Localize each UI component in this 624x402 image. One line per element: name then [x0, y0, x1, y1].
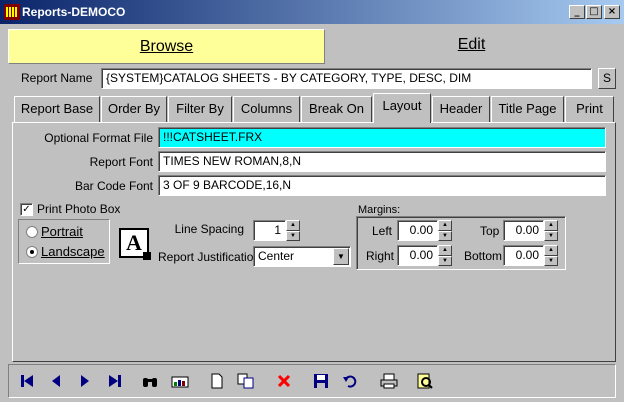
tab-filter-by[interactable]: Filter By: [168, 96, 232, 122]
first-record-icon[interactable]: [15, 369, 39, 393]
undo-icon[interactable]: [338, 369, 362, 393]
print-photo-box-label: Print Photo Box: [37, 202, 121, 216]
bar-code-font-label: Bar Code Font: [74, 179, 153, 193]
margins-title: Margins:: [358, 204, 401, 216]
portrait-label: Portrait: [41, 224, 83, 239]
margin-top-up-icon[interactable]: ▲: [544, 220, 558, 231]
edit-tab-label: Edit: [457, 36, 486, 53]
report-name-input[interactable]: {SYSTEM}CATALOG SHEETS - BY CATEGORY, TY…: [101, 68, 592, 89]
margin-right-input[interactable]: 0.00: [397, 245, 438, 266]
window-title: Reports-DEMOCO: [22, 5, 126, 19]
bar-code-font-input[interactable]: 3 OF 9 BARCODE,16,N: [158, 175, 606, 196]
query-report-icon[interactable]: [168, 369, 192, 393]
margin-left-input[interactable]: 0.00: [397, 220, 438, 241]
margin-left-down-icon[interactable]: ▼: [438, 231, 452, 241]
save-icon[interactable]: [309, 369, 333, 393]
tab-columns[interactable]: Columns: [233, 96, 300, 122]
tab-report-base[interactable]: Report Base: [14, 96, 100, 122]
margin-bottom-up-icon[interactable]: ▲: [544, 245, 558, 256]
margin-right-down-icon[interactable]: ▼: [438, 256, 452, 266]
tab-layout[interactable]: Layout: [373, 93, 431, 123]
delete-record-icon[interactable]: [272, 369, 296, 393]
line-spacing-input[interactable]: 1: [253, 220, 286, 241]
edit-tab[interactable]: Edit: [325, 29, 618, 62]
line-spacing-down-icon[interactable]: ▼: [286, 231, 300, 241]
tab-title-page[interactable]: Title Page: [491, 96, 564, 122]
copy-record-icon[interactable]: [234, 369, 258, 393]
margin-right-label: Right: [366, 249, 395, 263]
portrait-radio[interactable]: [26, 226, 38, 238]
next-record-icon[interactable]: [73, 369, 97, 393]
font-icon[interactable]: A: [119, 228, 151, 260]
new-record-icon[interactable]: [205, 369, 229, 393]
optional-format-file-input[interactable]: !!!CATSHEET.FRX: [158, 127, 606, 148]
margin-left-up-icon[interactable]: ▲: [438, 220, 452, 231]
tab-header[interactable]: Header: [432, 96, 490, 122]
last-record-icon[interactable]: [103, 369, 127, 393]
minimize-icon[interactable]: _: [569, 5, 585, 19]
report-name-side-button[interactable]: S: [598, 68, 616, 89]
margin-bottom-label: Bottom: [464, 249, 503, 263]
line-spacing-up-icon[interactable]: ▲: [286, 220, 300, 231]
print-photo-box-checkbox[interactable]: ✓: [20, 203, 33, 216]
previous-record-icon[interactable]: [44, 369, 68, 393]
optional-format-file-label: Optional Format File: [44, 131, 153, 145]
report-justification-dropdown-icon[interactable]: ▼: [333, 248, 349, 265]
line-spacing-label: Line Spacing: [174, 222, 244, 236]
report-name-label: Report Name: [21, 71, 93, 85]
browse-tab[interactable]: Browse: [8, 29, 325, 64]
tab-print[interactable]: Print: [565, 96, 614, 122]
tab-break-on[interactable]: Break On: [301, 96, 372, 122]
close-icon[interactable]: ×: [604, 5, 620, 19]
margin-top-input[interactable]: 0.00: [503, 220, 544, 241]
print-icon[interactable]: [377, 369, 401, 393]
margin-bottom-input[interactable]: 0.00: [503, 245, 544, 266]
tab-order-by[interactable]: Order By: [101, 96, 167, 122]
report-font-label: Report Font: [89, 155, 153, 169]
landscape-radio[interactable]: [26, 246, 38, 258]
report-justification-label: Report Justification: [158, 250, 261, 264]
app-icon: [4, 4, 20, 20]
margin-right-up-icon[interactable]: ▲: [438, 245, 452, 256]
margin-bottom-down-icon[interactable]: ▼: [544, 256, 558, 266]
report-font-input[interactable]: TIMES NEW ROMAN,8,N: [158, 151, 606, 172]
print-preview-icon[interactable]: [413, 369, 437, 393]
margin-left-label: Left: [372, 224, 393, 238]
find-binoculars-icon[interactable]: [138, 369, 162, 393]
landscape-label: Landscape: [41, 244, 105, 259]
maximize-icon[interactable]: □: [586, 5, 602, 19]
margin-top-label: Top: [480, 224, 500, 238]
browse-tab-label: Browse: [139, 38, 194, 55]
margin-top-down-icon[interactable]: ▼: [544, 231, 558, 241]
